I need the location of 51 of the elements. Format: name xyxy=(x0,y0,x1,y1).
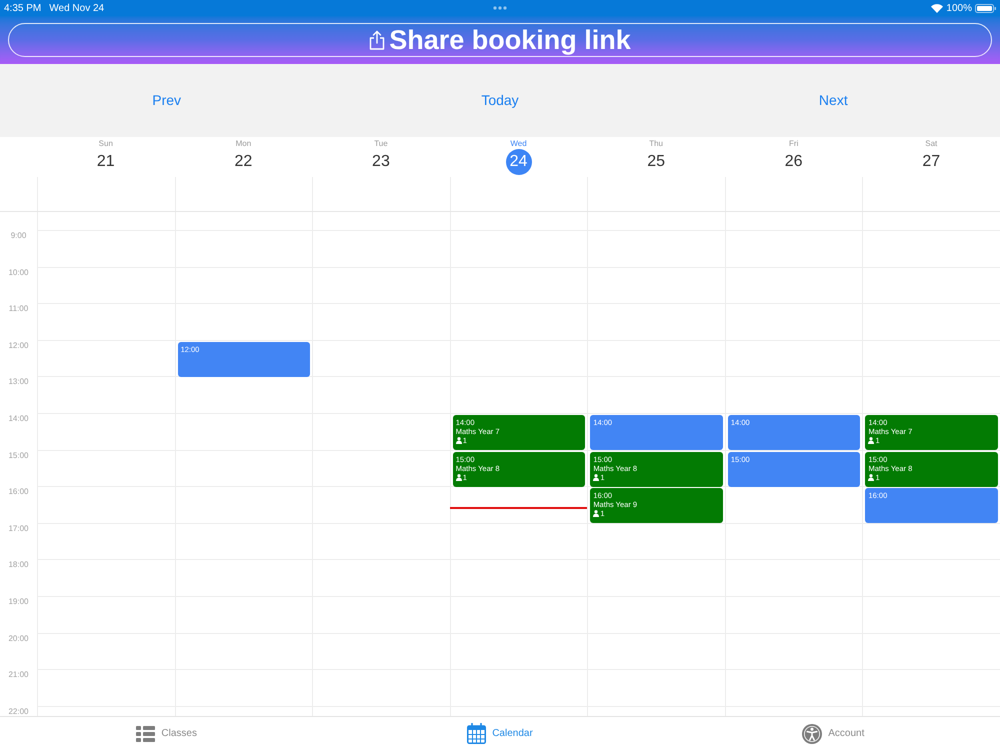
time-label: 13:00 xyxy=(8,376,29,388)
time-label: 22:00 xyxy=(8,706,29,716)
battery-icon xyxy=(974,4,996,12)
day-name: Sun xyxy=(98,139,113,149)
time-label: 19:00 xyxy=(8,596,29,608)
list-icon xyxy=(136,726,156,742)
share-booking-button[interactable]: Share booking link xyxy=(8,23,992,57)
day-name: Fri xyxy=(789,139,798,149)
day-name: Thu xyxy=(649,139,663,149)
person-icon xyxy=(593,474,600,481)
prev-button[interactable]: Prev xyxy=(148,90,186,111)
day-number[interactable]: 21 xyxy=(96,149,115,175)
person-icon xyxy=(593,510,600,518)
time-label: 10:00 xyxy=(8,266,29,279)
status-date: Wed Nov 24 xyxy=(49,2,104,16)
day-number[interactable]: 27 xyxy=(922,149,940,175)
time-label: 17:00 xyxy=(8,522,29,535)
day-number[interactable]: 22 xyxy=(234,149,252,175)
time-label: 12:00 xyxy=(8,340,29,352)
time-label: 21:00 xyxy=(8,669,29,682)
day-number[interactable]: 26 xyxy=(784,149,803,175)
dots-icon xyxy=(492,6,507,10)
calendar-icon xyxy=(467,723,486,744)
day-number[interactable]: 23 xyxy=(372,149,390,175)
day-name: Wed xyxy=(510,139,527,149)
time-label: 18:00 xyxy=(8,559,29,572)
day-name: Sat xyxy=(925,139,938,149)
accessibility-icon xyxy=(802,724,822,744)
time-label: 11:00 xyxy=(8,303,28,316)
next-button[interactable]: Next xyxy=(814,90,852,111)
person-icon xyxy=(456,437,462,444)
time-label: 14:00 xyxy=(8,412,29,425)
day-name: Tue xyxy=(374,139,388,149)
time-label: 16:00 xyxy=(8,486,29,498)
day-number[interactable]: 24 xyxy=(506,149,532,175)
status-time: 4:35 PM xyxy=(4,2,42,16)
time-label: 9:00 xyxy=(10,230,26,242)
day-name: Mon xyxy=(236,139,252,149)
wifi-icon xyxy=(931,4,944,12)
time-label: 15:00 xyxy=(8,450,29,462)
today-button[interactable]: Today xyxy=(477,90,523,111)
share-icon xyxy=(369,30,386,50)
tab-item[interactable]: Classes xyxy=(0,717,334,750)
day-number[interactable]: 25 xyxy=(647,149,665,175)
tab-item[interactable]: Account xyxy=(666,717,1000,750)
time-label: 20:00 xyxy=(8,632,29,645)
battery-percent: 100% xyxy=(946,2,972,16)
person-icon xyxy=(456,474,462,481)
person-icon xyxy=(868,437,874,444)
tab-item[interactable]: Calendar xyxy=(333,717,667,750)
person-icon xyxy=(868,474,874,481)
